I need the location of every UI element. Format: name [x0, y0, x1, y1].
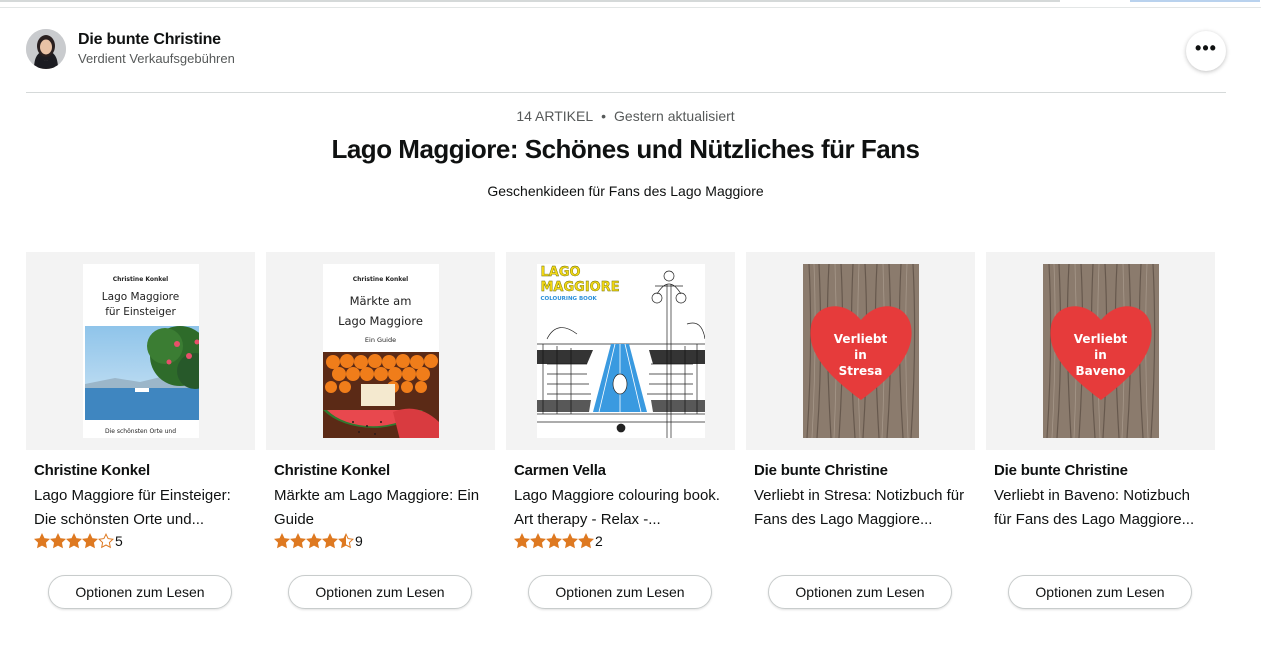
meta-separator: •	[601, 108, 607, 124]
cover-author: Christine Konkel	[112, 276, 169, 283]
star-icon	[562, 533, 578, 549]
heart-text-line3: Stresa	[838, 364, 883, 378]
cover-subtitle-line1: Ein Guide	[364, 336, 397, 344]
item-count: 14 ARTIKEL	[516, 108, 594, 124]
top-strip-right	[1130, 0, 1260, 2]
heart-text-line1: Verliebt	[833, 332, 888, 346]
star-icon	[322, 533, 338, 549]
star-rating	[34, 533, 114, 549]
heart-text-line3: Baveno	[1075, 364, 1126, 378]
cover-title-line1: Lago Maggiore	[101, 291, 180, 303]
more-options-button[interactable]: •••	[1186, 31, 1226, 71]
list-description: Geschenkideen für Fans des Lago Maggiore	[487, 183, 764, 199]
book-cover[interactable]: Christine Konkel Lago Maggiore für Einst…	[82, 264, 199, 438]
star-icon	[530, 533, 546, 549]
cover-container[interactable]: Verliebt in Baveno	[986, 252, 1215, 450]
updated-text: Gestern aktualisiert	[614, 108, 735, 124]
star-icon	[66, 533, 82, 549]
star-icon	[98, 533, 114, 549]
card-author[interactable]: Christine Konkel	[274, 462, 495, 480]
product-card: Verliebt in Baveno Die bunte Christine V…	[986, 252, 1215, 612]
book-cover[interactable]: Verliebt in Baveno	[1042, 264, 1159, 438]
card-author[interactable]: Die bunte Christine	[754, 462, 975, 480]
rating[interactable]: 2	[514, 532, 735, 550]
reading-options-button[interactable]: Optionen zum Lesen	[288, 575, 472, 609]
cover-container[interactable]: LAGO MAGGIORE COLOURING BOOK	[506, 252, 735, 450]
lake-photo	[84, 326, 199, 420]
profile-subtitle: Verdient Verkaufsgebühren	[78, 51, 235, 66]
header-divider	[26, 92, 1226, 93]
cover-title-line2: Lago Maggiore	[338, 314, 423, 328]
reading-options-button[interactable]: Optionen zum Lesen	[48, 575, 232, 609]
review-count[interactable]: 2	[595, 533, 603, 549]
book-cover[interactable]: Christine Konkel Märkte am Lago Maggiore…	[322, 264, 439, 438]
card-author[interactable]: Die bunte Christine	[994, 462, 1215, 480]
product-card: LAGO MAGGIORE COLOURING BOOK Carmen Vell…	[506, 252, 735, 612]
colouring-illustration	[536, 270, 705, 438]
review-count[interactable]: 5	[115, 533, 123, 549]
card-author[interactable]: Christine Konkel	[34, 462, 255, 480]
star-icon	[290, 533, 306, 549]
product-grid: Christine Konkel Lago Maggiore für Einst…	[26, 252, 1226, 622]
cover-author: Christine Konkel	[352, 276, 409, 283]
heart-text-line1: Verliebt	[1073, 332, 1128, 346]
review-count[interactable]: 9	[355, 533, 363, 549]
market-photo	[322, 352, 439, 438]
product-card: Verliebt in Stresa Die bunte Christine V…	[746, 252, 975, 612]
list-meta: 14 ARTIKEL • Gestern aktualisiert	[0, 108, 1251, 124]
book-cover[interactable]: LAGO MAGGIORE COLOURING BOOK	[536, 264, 705, 438]
rating[interactable]: 9	[274, 532, 495, 550]
reading-options-button[interactable]: Optionen zum Lesen	[1008, 575, 1192, 609]
product-card: Christine Konkel Märkte am Lago Maggiore…	[266, 252, 495, 612]
card-title[interactable]: Märkte am Lago Maggiore: Ein Guide	[274, 484, 490, 532]
list-title: Lago Maggiore: Schönes und Nützliches fü…	[331, 134, 920, 164]
book-cover[interactable]: Verliebt in Stresa	[802, 264, 919, 438]
star-icon	[514, 533, 530, 549]
star-rating	[514, 533, 594, 549]
reading-options-button[interactable]: Optionen zum Lesen	[768, 575, 952, 609]
top-strip-left	[0, 0, 1060, 2]
star-icon	[578, 533, 594, 549]
cover-container[interactable]: Verliebt in Stresa	[746, 252, 975, 450]
heart-text-line2: in	[1094, 348, 1107, 362]
star-icon	[82, 533, 98, 549]
cover-subtitle-line1: Die schönsten Orte und	[104, 428, 177, 435]
star-icon	[50, 533, 66, 549]
card-title[interactable]: Verliebt in Stresa: Notizbuch für Fans d…	[754, 484, 970, 532]
avatar[interactable]	[26, 29, 66, 69]
card-title[interactable]: Lago Maggiore für Einsteiger: Die schöns…	[34, 484, 250, 532]
card-title[interactable]: Verliebt in Baveno: Notizbuch für Fans d…	[994, 484, 1210, 532]
card-author[interactable]: Carmen Vella	[514, 462, 735, 480]
star-icon	[34, 533, 50, 549]
star-icon	[274, 533, 290, 549]
star-icon	[546, 533, 562, 549]
rating[interactable]: 5	[34, 532, 255, 550]
top-browser-strip	[0, 0, 1261, 8]
cover-container[interactable]: Christine Konkel Märkte am Lago Maggiore…	[266, 252, 495, 450]
cover-container[interactable]: Christine Konkel Lago Maggiore für Einst…	[26, 252, 255, 450]
card-title[interactable]: Lago Maggiore colouring book. Art therap…	[514, 484, 730, 532]
star-rating	[274, 533, 354, 549]
reading-options-button[interactable]: Optionen zum Lesen	[528, 575, 712, 609]
heart-text-line2: in	[854, 348, 867, 362]
profile-header: Die bunte Christine Verdient Verkaufsgeb…	[26, 29, 235, 69]
product-card: Christine Konkel Lago Maggiore für Einst…	[26, 252, 255, 612]
star-icon	[338, 533, 354, 549]
star-icon	[306, 533, 322, 549]
cover-title-line1: Märkte am	[349, 294, 412, 308]
profile-name[interactable]: Die bunte Christine	[78, 30, 235, 50]
cover-title-line2: für Einsteiger	[105, 306, 176, 318]
